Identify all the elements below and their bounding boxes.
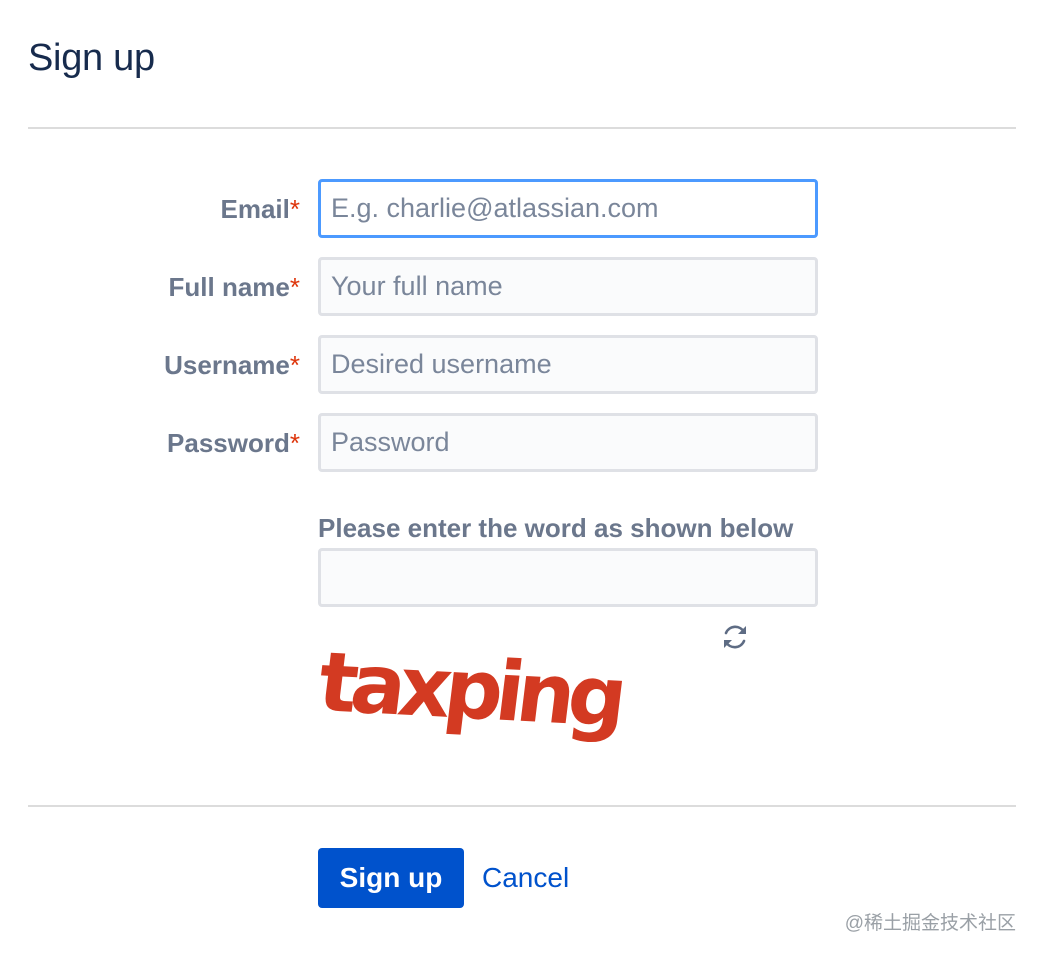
full-name-field[interactable] <box>318 257 818 316</box>
full-name-required-mark: * <box>289 272 300 302</box>
refresh-icon-graphic <box>724 625 746 649</box>
watermark: @稀土掘金技术社区 <box>844 913 1016 934</box>
footer-divider <box>28 805 1016 807</box>
username-required-mark: * <box>289 350 300 380</box>
sign-up-button[interactable]: Sign up <box>318 848 464 908</box>
password-required-mark: * <box>289 428 300 458</box>
refresh-icon[interactable] <box>718 620 752 654</box>
email-label-text: Email <box>220 194 290 224</box>
full-name-label: Full name* <box>169 271 300 303</box>
username-label: Username* <box>164 349 300 381</box>
full-name-label-text: Full name <box>168 272 290 302</box>
email-field[interactable] <box>318 179 818 238</box>
cancel-link[interactable]: Cancel <box>482 860 569 896</box>
password-field[interactable] <box>318 413 818 472</box>
captcha-image: taxping <box>313 632 658 756</box>
captcha-word: taxping <box>313 635 626 746</box>
password-label: Password* <box>167 427 300 459</box>
page-title: Sign up <box>28 37 155 79</box>
password-label-text: Password <box>167 428 290 458</box>
captcha-label: Please enter the word as shown below <box>318 513 794 543</box>
username-label-text: Username <box>164 350 290 380</box>
captcha-input[interactable] <box>318 548 818 607</box>
header-divider <box>28 127 1016 129</box>
email-label: Email* <box>221 193 301 225</box>
email-required-mark: * <box>289 194 300 224</box>
username-field[interactable] <box>318 335 818 394</box>
